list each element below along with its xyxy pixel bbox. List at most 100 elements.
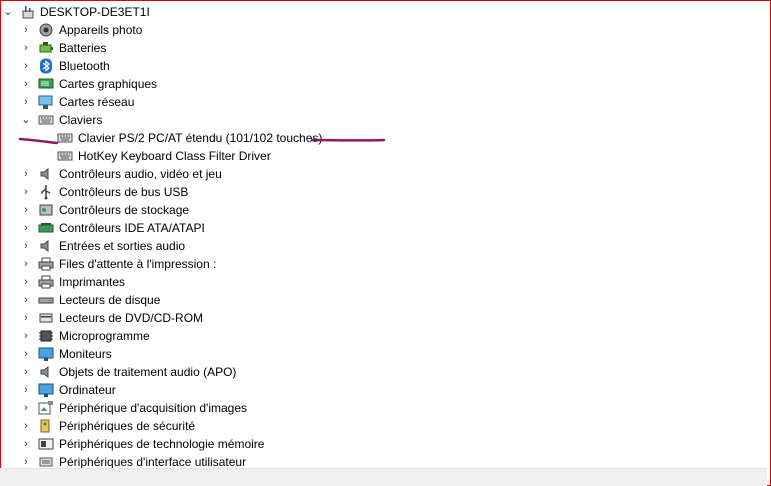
tree-category[interactable]: › Lecteurs de DVD/CD-ROM	[0, 309, 766, 327]
category-label: Contrôleurs de bus USB	[59, 185, 189, 199]
tree-category[interactable]: › Moniteurs	[0, 345, 766, 363]
tree-category[interactable]: › Ordinateur	[0, 381, 766, 399]
battery-icon	[38, 40, 54, 56]
category-label: Entrées et sorties audio	[59, 239, 186, 253]
tree-root[interactable]: ⌄ DESKTOP-DE3ET1I	[0, 3, 766, 21]
keyboard-icon	[57, 148, 73, 164]
computer-icon	[20, 4, 36, 20]
imaging-device-icon	[38, 400, 54, 416]
printer-icon	[38, 256, 54, 272]
chevron-right-icon[interactable]: ›	[20, 417, 32, 435]
tree-category[interactable]: › Microprogramme	[0, 327, 766, 345]
tree-category[interactable]: › Batteries	[0, 39, 766, 57]
tree-device[interactable]: HotKey Keyboard Class Filter Driver	[0, 147, 766, 165]
speaker-icon	[38, 166, 54, 182]
chevron-right-icon[interactable]: ›	[20, 381, 32, 399]
chevron-right-icon[interactable]: ›	[20, 21, 32, 39]
chevron-right-icon[interactable]: ›	[20, 219, 32, 237]
chevron-right-icon[interactable]: ›	[20, 39, 32, 57]
keyboard-icon	[38, 112, 54, 128]
chevron-right-icon[interactable]: ›	[20, 345, 32, 363]
usb-icon	[38, 184, 54, 200]
tree-category[interactable]: › Files d'attente à l'impression :	[0, 255, 766, 273]
category-label: Lecteurs de DVD/CD-ROM	[59, 311, 204, 325]
chevron-right-icon[interactable]: ›	[20, 399, 32, 417]
chevron-right-icon[interactable]: ›	[20, 75, 32, 93]
tree-category[interactable]: › Cartes graphiques	[0, 75, 766, 93]
category-label: Claviers	[59, 113, 103, 127]
tree-category[interactable]: › Contrôleurs de bus USB	[0, 183, 766, 201]
category-label: Files d'attente à l'impression :	[59, 257, 217, 271]
category-label: Périphérique d'acquisition d'images	[59, 401, 248, 415]
keyboard-icon	[57, 130, 73, 146]
monitor-icon	[38, 346, 54, 362]
horizontal-scrollbar[interactable]	[0, 468, 767, 486]
category-label: Ordinateur	[59, 383, 116, 397]
category-label: Cartes réseau	[59, 95, 135, 109]
category-label: Moniteurs	[59, 347, 112, 361]
chevron-right-icon[interactable]: ›	[20, 363, 32, 381]
category-label: Bluetooth	[59, 59, 110, 73]
chevron-right-icon[interactable]: ›	[20, 201, 32, 219]
tree-category[interactable]: › Objets de traitement audio (APO)	[0, 363, 766, 381]
category-label: Cartes graphiques	[59, 77, 158, 91]
category-label: Lecteurs de disque	[59, 293, 161, 307]
tree-category[interactable]: › Bluetooth	[0, 57, 766, 75]
memory-technology-icon	[38, 436, 54, 452]
speaker-icon	[38, 364, 54, 380]
printer-icon	[38, 274, 54, 290]
chevron-right-icon[interactable]: ›	[20, 165, 32, 183]
chevron-right-icon[interactable]: ›	[20, 183, 32, 201]
tree-category[interactable]: › Périphériques de sécurité	[0, 417, 766, 435]
root-label: DESKTOP-DE3ET1I	[40, 5, 150, 19]
monitor-icon	[38, 382, 54, 398]
category-label: Périphériques de sécurité	[59, 419, 196, 433]
category-label: Périphériques de technologie mémoire	[59, 437, 265, 451]
category-label: Microprogramme	[59, 329, 150, 343]
category-label: Contrôleurs audio, vidéo et jeu	[59, 167, 222, 181]
chevron-down-icon[interactable]: ⌄	[2, 3, 14, 21]
chevron-down-icon[interactable]: ⌄	[20, 111, 32, 129]
dvd-drive-icon	[38, 310, 54, 326]
chevron-right-icon[interactable]: ›	[20, 435, 32, 453]
tree-category[interactable]: › Lecteurs de disque	[0, 291, 766, 309]
chevron-right-icon[interactable]: ›	[20, 291, 32, 309]
disk-drive-icon	[38, 292, 54, 308]
category-label: Contrôleurs IDE ATA/ATAPI	[59, 221, 205, 235]
category-label: Imprimantes	[59, 275, 126, 289]
tree-category[interactable]: › Contrôleurs audio, vidéo et jeu	[0, 165, 766, 183]
tree-category[interactable]: › Appareils photo	[0, 21, 766, 39]
display-adapter-icon	[38, 76, 54, 92]
chevron-right-icon[interactable]: ›	[20, 57, 32, 75]
tree-category[interactable]: ⌄ Claviers	[0, 111, 766, 129]
device-label: Clavier PS/2 PC/AT étendu (101/102 touch…	[78, 131, 323, 145]
tree-category[interactable]: › Contrôleurs IDE ATA/ATAPI	[0, 219, 766, 237]
tree-category[interactable]: › Entrées et sorties audio	[0, 237, 766, 255]
speaker-icon	[38, 238, 54, 254]
category-label: Contrôleurs de stockage	[59, 203, 190, 217]
chevron-right-icon[interactable]: ›	[20, 255, 32, 273]
chevron-right-icon[interactable]: ›	[20, 327, 32, 345]
tree-category[interactable]: › Périphériques de technologie mémoire	[0, 435, 766, 453]
category-label: Batteries	[59, 41, 107, 55]
tree-category[interactable]: › Contrôleurs de stockage	[0, 201, 766, 219]
camera-icon	[38, 22, 54, 38]
tree-device[interactable]: Clavier PS/2 PC/AT étendu (101/102 touch…	[0, 129, 766, 147]
tree-category[interactable]: › Périphérique d'acquisition d'images	[0, 399, 766, 417]
device-label: HotKey Keyboard Class Filter Driver	[78, 149, 271, 163]
category-label: Appareils photo	[59, 23, 143, 37]
storage-controller-icon	[38, 202, 54, 218]
chevron-right-icon[interactable]: ›	[20, 237, 32, 255]
chevron-right-icon[interactable]: ›	[20, 93, 32, 111]
tree-category[interactable]: › Cartes réseau	[0, 93, 766, 111]
chevron-right-icon[interactable]: ›	[20, 273, 32, 291]
category-label: Objets de traitement audio (APO)	[59, 365, 237, 379]
firmware-icon	[38, 328, 54, 344]
bluetooth-icon	[38, 58, 54, 74]
ide-controller-icon	[38, 220, 54, 236]
security-device-icon	[38, 418, 54, 434]
chevron-right-icon[interactable]: ›	[20, 309, 32, 327]
tree-category[interactable]: › Imprimantes	[0, 273, 766, 291]
device-tree[interactable]: ⌄ DESKTOP-DE3ET1I › Appareils photo › Batte…	[0, 3, 766, 471]
network-adapter-icon	[38, 94, 54, 110]
